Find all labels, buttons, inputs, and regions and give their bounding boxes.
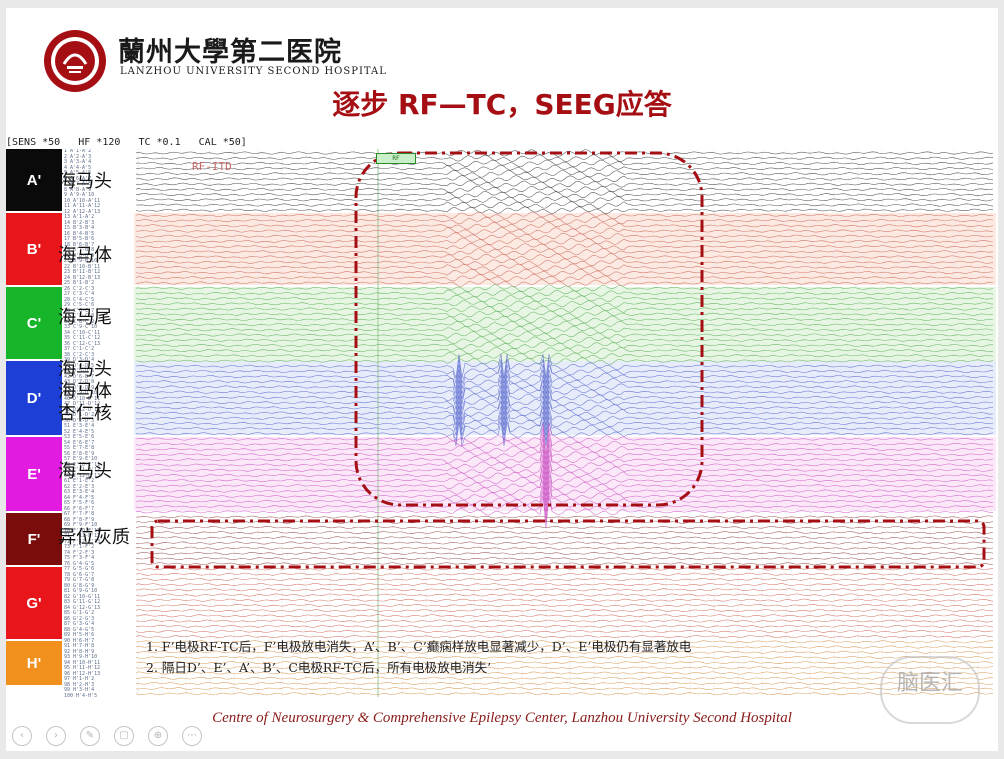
group-region-label: 海马头 (58, 461, 112, 482)
electrode-group-A: A' (6, 149, 62, 211)
eeg-panel: 1 A'1-A'2 2 A'2-A'3 3 A'3-A'4 4 A'4-A'5 … (6, 149, 996, 697)
brand-name-en: LANZHOU UNIVERSITY SECOND HOSPITAL (120, 66, 387, 77)
electrode-group-C: C' (6, 287, 62, 359)
presentation-controls: ‹ › ✎ ▢ ⊕ ⋯ (12, 726, 202, 746)
event-marker[interactable]: RF (376, 153, 416, 164)
electrode-group-F: F' (6, 513, 62, 565)
group-region-label: 海马体 (58, 245, 112, 266)
more-icon[interactable]: ⋯ (182, 726, 202, 746)
group-region-label: 海马头 海马体 杏仁核 (58, 359, 112, 424)
electrode-group-G: G' (6, 567, 62, 639)
pen-icon[interactable]: ✎ (80, 726, 100, 746)
eeg-tracing (134, 149, 996, 697)
slide: 蘭州大學第二医院 LANZHOU UNIVERSITY SECOND HOSPI… (6, 8, 998, 751)
electrode-group-E: E' (6, 437, 62, 511)
next-icon[interactable]: › (46, 726, 66, 746)
electrode-group-H: H' (6, 641, 62, 685)
eeg-settings: [SENS *50 HF *120 TC *0.1 CAL *50] (6, 137, 247, 148)
electrode-group-D: D' (6, 361, 62, 435)
note-line: 2. 隔日D’、E’、A’、B’、C电极RF-TC后，所有电极放电消失’ (146, 660, 492, 675)
zoom-icon[interactable]: ⊕ (148, 726, 168, 746)
footer-text: Centre of Neurosurgery & Comprehensive E… (212, 710, 792, 726)
rf-annotation: RF-ITD (192, 160, 232, 173)
group-region-label: 海马头 (58, 171, 112, 192)
note-line: 1. F’电极RF-TC后，F’电极放电消失，A’、B’、C’癫痫样放电显著减少… (146, 639, 692, 654)
electrode-group-B: B' (6, 213, 62, 285)
prev-icon[interactable]: ‹ (12, 726, 32, 746)
group-region-label: 异位灰质 (58, 527, 130, 548)
screen-icon[interactable]: ▢ (114, 726, 134, 746)
group-region-label: 海马尾 (58, 307, 112, 328)
watermark-logo: 脑医汇 (880, 656, 980, 724)
notes: 1. F’电极RF-TC后，F’电极放电消失，A’、B’、C’癫痫样放电显著减少… (146, 636, 691, 678)
slide-title: 逐步 RF—TC，SEEG应答 (332, 88, 672, 121)
brand-name-cn: 蘭州大學第二医院 (118, 37, 342, 68)
